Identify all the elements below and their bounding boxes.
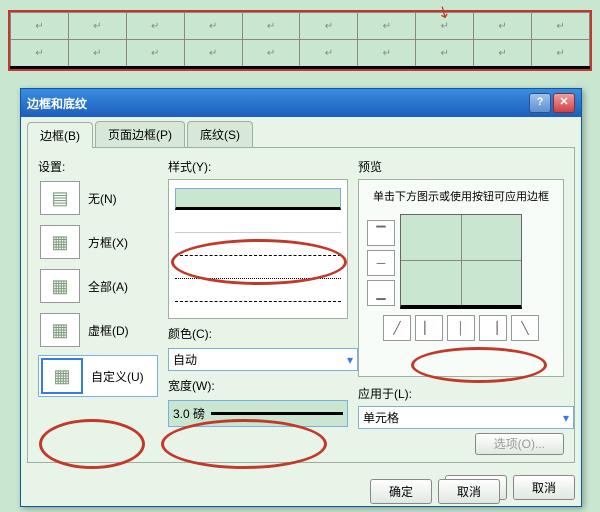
titlebar: 边框和底纹 ? ✕ — [21, 89, 581, 117]
custom-icon: ▦ — [41, 358, 83, 394]
setting-all[interactable]: ▦全部(A) — [38, 267, 158, 305]
style-option[interactable] — [175, 214, 341, 233]
grid-icon: ▦ — [40, 313, 80, 347]
width-label: 宽度(W): — [168, 377, 348, 394]
preview-label: 预览 — [358, 158, 564, 175]
style-option[interactable] — [175, 237, 341, 256]
close-button[interactable]: ✕ — [553, 93, 575, 113]
style-option[interactable] — [175, 283, 341, 302]
help-button[interactable]: ? — [529, 93, 551, 113]
width-dropdown[interactable]: 3.0 磅 — [168, 400, 348, 427]
preview-hint: 单击下方图示或使用按钮可应用边框 — [367, 188, 555, 204]
setting-grid[interactable]: ▦虚框(D) — [38, 311, 158, 349]
chevron-down-icon: ▾ — [563, 411, 569, 425]
box-icon: ▦ — [40, 225, 80, 259]
dialog-title: 边框和底纹 — [27, 95, 87, 112]
style-list[interactable] — [168, 179, 348, 319]
color-dropdown[interactable]: 自动▾ — [168, 348, 358, 371]
preview-area: 单击下方图示或使用按钮可应用边框 ▔ ─ ▁ ╱ ▏ │ ▕ ╲ — [358, 179, 564, 377]
edge-mid-v-button[interactable]: │ — [447, 315, 475, 341]
cancel-button[interactable]: 取消 — [513, 475, 575, 500]
edge-diag2-button[interactable]: ╲ — [511, 315, 539, 341]
width-preview-line — [211, 412, 343, 415]
tab-page-border[interactable]: 页面边框(P) — [95, 121, 185, 147]
tab-borders[interactable]: 边框(B) — [27, 122, 93, 148]
apply-dropdown[interactable]: 单元格▾ — [358, 406, 574, 429]
color-label: 颜色(C): — [168, 325, 348, 342]
chevron-down-icon: ▾ — [347, 353, 353, 367]
style-label: 样式(Y): — [168, 158, 348, 175]
style-option[interactable] — [175, 260, 341, 279]
outer-dialog-buttons: 确定 取消 — [370, 479, 500, 504]
none-icon: ▤ — [40, 181, 80, 215]
options-button[interactable]: 选项(O)... — [475, 433, 564, 455]
edge-diag1-button[interactable]: ╱ — [383, 315, 411, 341]
setting-box[interactable]: ▦方框(X) — [38, 223, 158, 261]
edge-bottom-button[interactable]: ▁ — [367, 280, 395, 306]
outer-ok-button[interactable]: 确定 — [370, 479, 432, 504]
background-table: ↵↵↵↵↵↵↵↵↵↵ ↵↵↵↵↵↵↵↵↵↵ — [8, 10, 592, 71]
apply-label: 应用于(L): — [358, 385, 564, 402]
edge-left-button[interactable]: ▏ — [415, 315, 443, 341]
edge-right-button[interactable]: ▕ — [479, 315, 507, 341]
tab-shading[interactable]: 底纹(S) — [187, 121, 253, 147]
edge-top-button[interactable]: ▔ — [367, 220, 395, 246]
style-option[interactable] — [175, 188, 341, 210]
edge-mid-h-button[interactable]: ─ — [367, 250, 395, 276]
outer-cancel-button[interactable]: 取消 — [438, 479, 500, 504]
setting-none[interactable]: ▤无(N) — [38, 179, 158, 217]
all-icon: ▦ — [40, 269, 80, 303]
setting-custom[interactable]: ▦自定义(U) — [38, 355, 158, 397]
settings-label: 设置: — [38, 158, 158, 175]
preview-grid[interactable] — [400, 214, 522, 309]
borders-shading-dialog: 边框和底纹 ? ✕ 边框(B) 页面边框(P) 底纹(S) 设置: ▤无(N) … — [20, 88, 582, 507]
tab-strip: 边框(B) 页面边框(P) 底纹(S) — [21, 117, 581, 147]
